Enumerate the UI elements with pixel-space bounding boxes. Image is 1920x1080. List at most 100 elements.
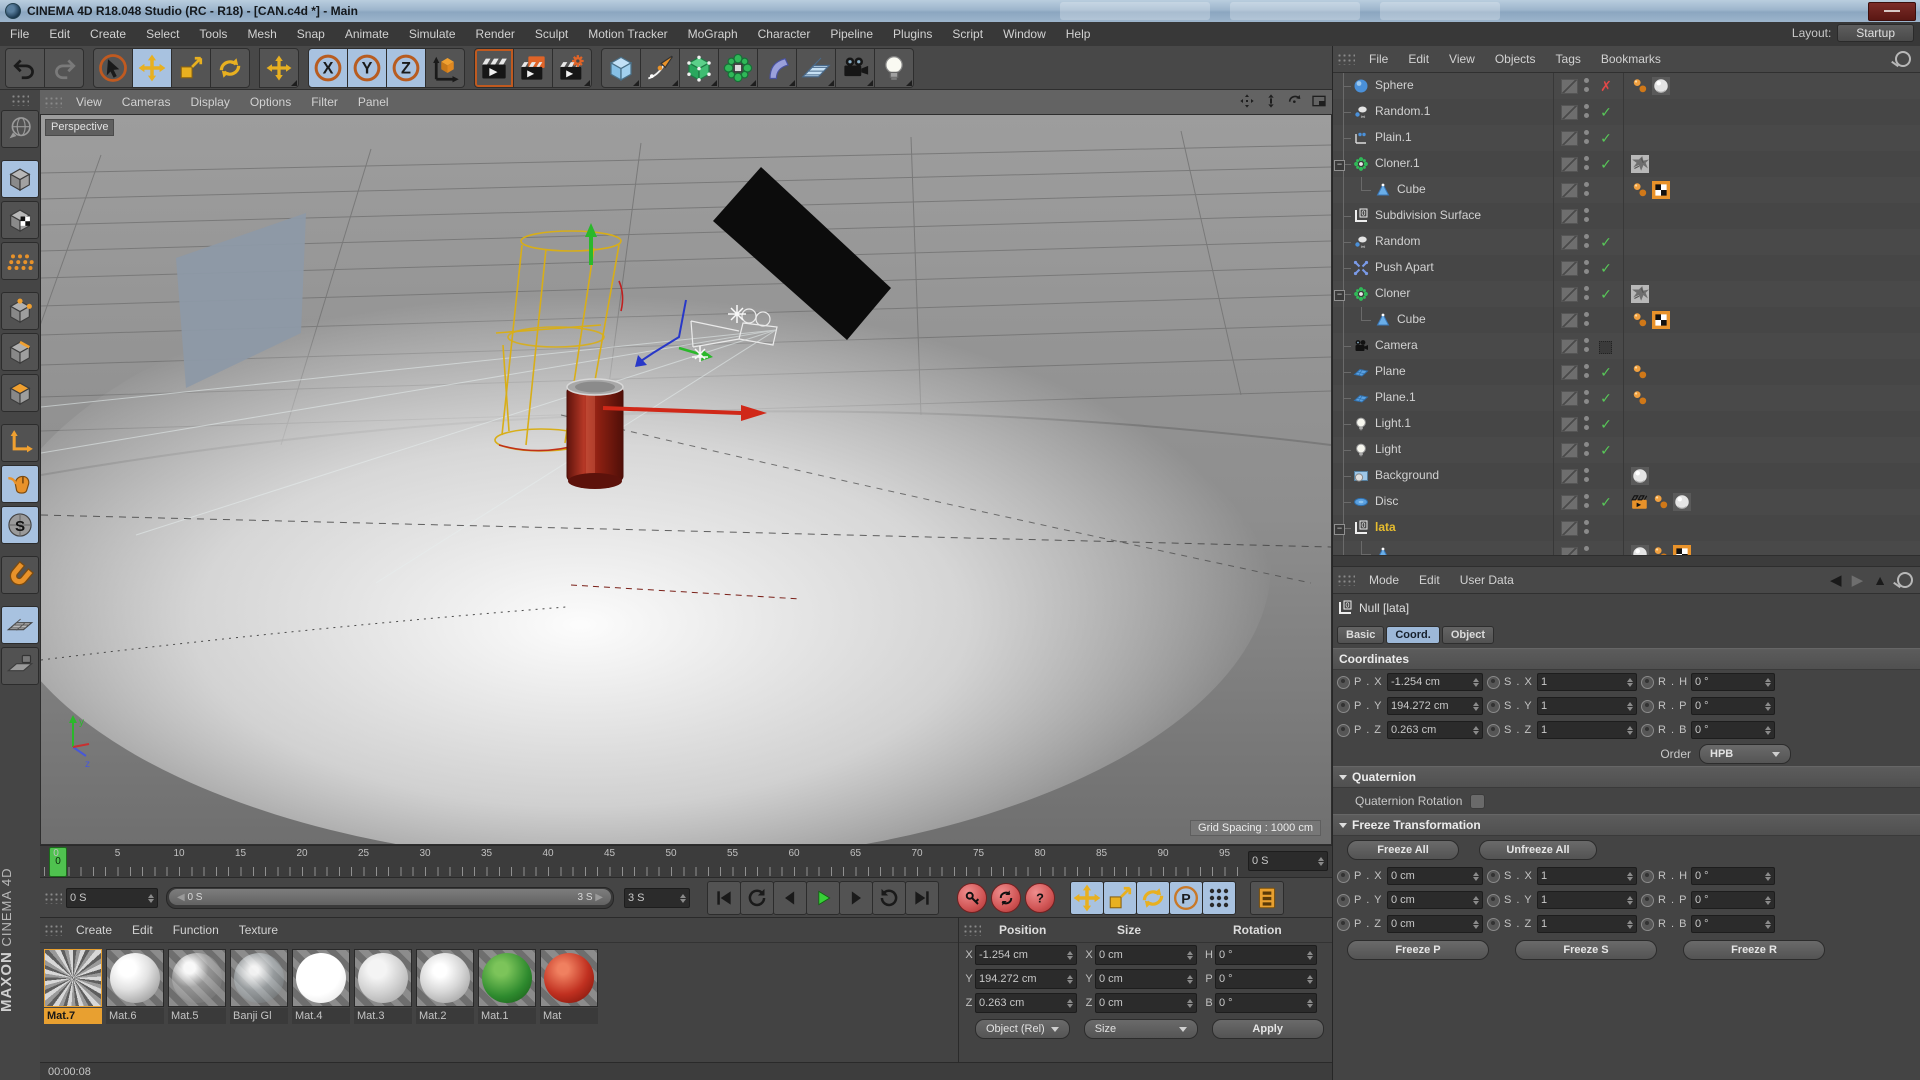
material-mat[interactable]: Mat — [540, 949, 598, 1024]
object-manager-menu-bookmarks[interactable]: Bookmarks — [1591, 47, 1671, 71]
visibility-dots[interactable] — [1584, 286, 1589, 302]
attribute-menu-user-data[interactable]: User Data — [1450, 568, 1524, 592]
coord-s-field[interactable]: 0 cm — [1095, 993, 1197, 1013]
object-row-background[interactable]: Background — [1333, 463, 1920, 489]
stepper[interactable] — [1762, 895, 1771, 905]
viewport-menu-options[interactable]: Options — [240, 90, 301, 114]
anim-move-button[interactable] — [1070, 881, 1104, 915]
stepper[interactable] — [1624, 919, 1633, 929]
rotate-button[interactable] — [210, 47, 250, 88]
enabled-check-icon[interactable]: ✓ — [1597, 285, 1615, 303]
freeze-p-field[interactable]: 0 cm — [1387, 867, 1483, 885]
coord-r-field[interactable]: 0 ° — [1215, 969, 1317, 989]
freeze-r-button[interactable]: Freeze R — [1683, 940, 1825, 960]
record-autokey-button[interactable] — [991, 883, 1021, 913]
spline-pen-button[interactable] — [640, 47, 680, 88]
coord-r-field[interactable]: 0 ° — [1215, 945, 1317, 965]
position-mode-dropdown[interactable]: Object (Rel) — [975, 1019, 1070, 1039]
viewport-menu-cameras[interactable]: Cameras — [112, 90, 181, 114]
stepper[interactable] — [1470, 677, 1479, 687]
enabled-check-icon[interactable]: ✓ — [1597, 441, 1615, 459]
keyframe-radio[interactable] — [1487, 917, 1500, 931]
object-row-cloner[interactable]: − Cloner ✓ — [1333, 281, 1920, 307]
freeze-s-field[interactable]: 1 — [1537, 915, 1637, 933]
coord-r-field[interactable]: 0 ° — [1691, 721, 1775, 739]
stepper[interactable] — [1762, 871, 1771, 881]
axis-mode-button[interactable] — [1, 424, 39, 462]
object-row-disc[interactable]: Disc ✓ — [1333, 489, 1920, 515]
environment-button[interactable] — [796, 47, 836, 88]
object-manager-menu-objects[interactable]: Objects — [1485, 47, 1546, 71]
object-row-cube[interactable]: Cube — [1333, 177, 1920, 203]
keyframe-radio[interactable] — [1641, 893, 1654, 907]
visibility-dots[interactable] — [1584, 234, 1589, 250]
object-manager-menu-edit[interactable]: Edit — [1398, 47, 1439, 71]
stepper[interactable] — [1064, 998, 1073, 1008]
stepper[interactable] — [1762, 677, 1771, 687]
enabled-check-icon[interactable]: ✓ — [1597, 233, 1615, 251]
menu-tools[interactable]: Tools — [189, 22, 237, 46]
stepper[interactable] — [1624, 701, 1633, 711]
stepper[interactable] — [1470, 871, 1479, 881]
polygons-mode-button[interactable] — [1, 374, 39, 412]
coord-s-field[interactable]: 1 — [1537, 721, 1637, 739]
stepper[interactable] — [1470, 701, 1479, 711]
object-row-light.1[interactable]: Light.1 ✓ — [1333, 411, 1920, 437]
material-thumbnail[interactable] — [292, 949, 350, 1007]
menu-file[interactable]: File — [0, 22, 39, 46]
viewport-scene[interactable]: y z — [41, 115, 1331, 844]
object-row-plain.1[interactable]: Plain.1 ✓ — [1333, 125, 1920, 151]
object-manager-scrollbar[interactable] — [1333, 555, 1920, 567]
undo-button[interactable] — [5, 47, 45, 88]
duration-field[interactable]: 3 S — [624, 888, 690, 908]
primitive-cube-button[interactable] — [601, 47, 641, 88]
material-menu-create[interactable]: Create — [66, 918, 122, 942]
enabled-check-icon[interactable]: ✓ — [1597, 129, 1615, 147]
menu-edit[interactable]: Edit — [39, 22, 80, 46]
object-row-plane.1[interactable]: Plane.1 ✓ — [1333, 385, 1920, 411]
editor-visibility-toggle[interactable] — [1561, 131, 1578, 146]
viewport-menu-filter[interactable]: Filter — [301, 90, 348, 114]
tab-object[interactable]: Object — [1441, 626, 1495, 644]
stepper[interactable] — [1184, 998, 1193, 1008]
freeze-section-header[interactable]: Freeze Transformation — [1333, 814, 1920, 836]
tab-coord[interactable]: Coord. — [1386, 626, 1440, 644]
search-icon[interactable] — [1895, 51, 1911, 67]
material-tag-icon[interactable] — [1652, 77, 1670, 95]
keyframe-radio[interactable] — [1641, 699, 1654, 713]
editor-visibility-toggle[interactable] — [1561, 105, 1578, 120]
editor-visibility-toggle[interactable] — [1561, 495, 1578, 510]
keyframe-radio[interactable] — [1487, 699, 1500, 713]
keyframe-radio[interactable] — [1337, 699, 1350, 713]
keyframe-radio[interactable] — [1641, 723, 1654, 737]
visibility-dots[interactable] — [1584, 468, 1589, 484]
material-thumbnail[interactable] — [168, 949, 226, 1007]
quaternion-section-header[interactable]: Quaternion — [1333, 766, 1920, 788]
stepper[interactable] — [1064, 974, 1073, 984]
menu-simulate[interactable]: Simulate — [399, 22, 466, 46]
visibility-dots[interactable] — [1584, 78, 1589, 94]
stepper[interactable] — [1304, 998, 1313, 1008]
object-row-subdivision-surface[interactable]: 0 Subdivision Surface — [1333, 203, 1920, 229]
goto-end-button[interactable] — [905, 881, 939, 915]
enabled-check-icon[interactable]: ✓ — [1597, 493, 1615, 511]
visibility-dots[interactable] — [1584, 208, 1589, 224]
object-row-lata[interactable]: − 0 lata — [1333, 515, 1920, 541]
coord-r-field[interactable]: 0 ° — [1215, 993, 1317, 1013]
editor-visibility-toggle[interactable] — [1561, 183, 1578, 198]
editor-visibility-toggle[interactable] — [1561, 365, 1578, 380]
panel-grip[interactable] — [44, 892, 62, 904]
visibility-dots[interactable] — [1584, 312, 1589, 328]
object-row-camera[interactable]: Camera — [1333, 333, 1920, 359]
enabled-check-icon[interactable]: ✓ — [1597, 363, 1615, 381]
toggle-view-icon[interactable] — [1310, 92, 1328, 110]
keyframe-radio[interactable] — [1487, 723, 1500, 737]
edges-mode-button[interactable] — [1, 333, 39, 371]
current-frame-field[interactable]: 0 S — [66, 888, 158, 908]
visibility-dots[interactable] — [1584, 520, 1589, 536]
menu-script[interactable]: Script — [942, 22, 993, 46]
visibility-dots[interactable] — [1584, 130, 1589, 146]
texture-tag-icon[interactable] — [1631, 155, 1649, 173]
compositing-tag-icon[interactable] — [1652, 311, 1670, 329]
keyframe-selection-button[interactable] — [1250, 881, 1284, 915]
